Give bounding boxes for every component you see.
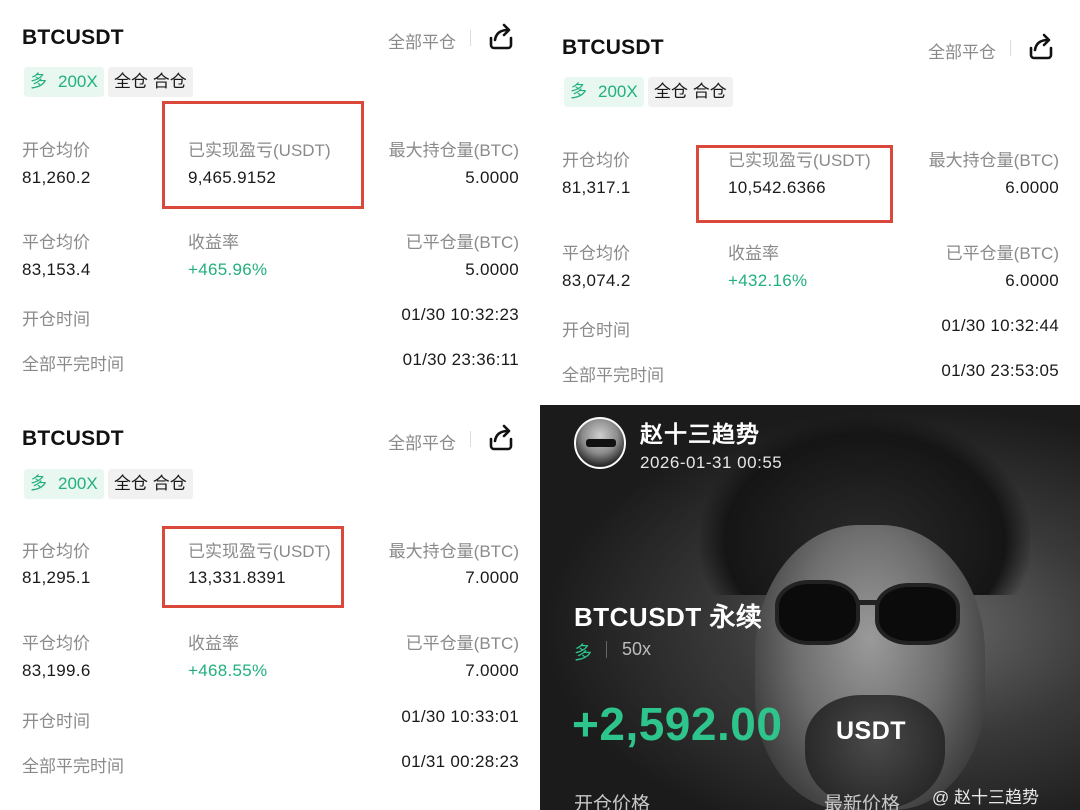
avg-close-label: 平仓均价 (562, 244, 630, 263)
max-position-label: 最大持仓量(BTC) (388, 542, 519, 561)
open-price-label: 开仓价格 (574, 794, 651, 810)
roi-label: 收益率 (728, 244, 779, 263)
avg-close-label: 平仓均价 (22, 634, 90, 653)
highlight-box (162, 526, 344, 608)
avg-open-value: 81,295.1 (22, 568, 91, 587)
card-symbol: BTCUSDT 永续 (574, 602, 763, 632)
avg-close-value: 83,074.2 (562, 271, 631, 290)
post-datetime: 2026-01-31 00:55 (640, 453, 783, 472)
pnl-share-card: 赵十三趋势 2026-01-31 00:55 BTCUSDT 永续 多 50x … (540, 405, 1080, 810)
close-time-label: 全部平完时间 (22, 757, 124, 776)
roi-label: 收益率 (188, 634, 239, 653)
avg-open-value: 81,317.1 (562, 178, 631, 197)
roi-label: 收益率 (188, 233, 239, 252)
share-icon[interactable] (1026, 32, 1056, 62)
closed-amount-label: 已平仓量(BTC) (405, 233, 519, 252)
avg-close-value: 83,153.4 (22, 260, 91, 279)
open-time-label: 开仓时间 (562, 321, 630, 340)
sunglasses-left-icon (775, 580, 860, 645)
direction-badge: 多 (564, 77, 593, 107)
leverage-badge: 200X (52, 67, 104, 97)
avg-open-label: 开仓均价 (22, 542, 90, 561)
close-all-button[interactable]: 全部平仓 (928, 38, 996, 63)
author-name: 赵十三趋势 (640, 421, 760, 447)
closed-amount-label: 已平仓量(BTC) (405, 634, 519, 653)
closed-amount-value: 7.0000 (465, 661, 519, 680)
symbol-title: BTCUSDT (22, 26, 124, 49)
open-time-label: 开仓时间 (22, 712, 90, 731)
trade-panel-3: BTCUSDT 全部平仓 多 200X 全仓 合仓 开仓均价 81,295.1 … (0, 405, 540, 810)
margin-mode-badge: 全仓 合仓 (108, 469, 193, 499)
close-all-button[interactable]: 全部平仓 (388, 429, 456, 454)
avg-open-label: 开仓均价 (562, 151, 630, 170)
card-separator (606, 641, 607, 658)
roi-value: +465.96% (188, 260, 268, 279)
symbol-title: BTCUSDT (562, 36, 664, 59)
watermark: @ 赵十三趋势 (932, 788, 1039, 807)
direction-badge: 多 (24, 469, 53, 499)
divider (470, 431, 471, 447)
roi-value: +468.55% (188, 661, 268, 680)
card-leverage: 50x (622, 639, 652, 659)
avg-close-value: 83,199.6 (22, 661, 91, 680)
avg-open-label: 开仓均价 (22, 141, 90, 160)
trade-panel-1: BTCUSDT 全部平仓 多 200X 全仓 合仓 开仓均价 81,260.2 … (0, 0, 540, 405)
share-icon[interactable] (486, 22, 516, 52)
trade-panel-2: BTCUSDT 全部平仓 多 200X 全仓 合仓 开仓均价 81,317.1 … (540, 0, 1080, 405)
open-time-label: 开仓时间 (22, 310, 90, 329)
avg-open-value: 81,260.2 (22, 168, 91, 187)
avg-close-label: 平仓均价 (22, 233, 90, 252)
share-icon[interactable] (486, 423, 516, 453)
last-price-label: 最新价格 (824, 794, 901, 810)
close-all-button[interactable]: 全部平仓 (388, 28, 456, 53)
highlight-box (696, 145, 893, 223)
close-time-value: 01/31 00:28:23 (401, 752, 519, 771)
pnl-amount: +2,592.00 (572, 698, 783, 750)
closed-amount-value: 6.0000 (1005, 271, 1059, 290)
sunglasses-bridge (858, 600, 878, 605)
close-time-label: 全部平完时间 (562, 366, 664, 385)
leverage-badge: 200X (592, 77, 644, 107)
direction-badge: 多 (24, 67, 53, 97)
margin-mode-badge: 全仓 合仓 (648, 77, 733, 107)
open-time-value: 01/30 10:32:23 (401, 305, 519, 324)
card-direction: 多 (574, 643, 592, 663)
margin-mode-badge: 全仓 合仓 (108, 67, 193, 97)
open-time-value: 01/30 10:32:44 (941, 316, 1059, 335)
sunglasses-right-icon (875, 583, 960, 645)
symbol-title: BTCUSDT (22, 427, 124, 450)
divider (470, 30, 471, 46)
close-time-value: 01/30 23:36:11 (402, 350, 519, 369)
divider (1010, 40, 1011, 56)
highlight-box (162, 101, 364, 209)
leverage-badge: 200X (52, 469, 104, 499)
closed-amount-value: 5.0000 (465, 260, 519, 279)
close-time-label: 全部平完时间 (22, 355, 124, 374)
roi-value: +432.16% (728, 271, 808, 290)
avatar[interactable] (574, 417, 626, 469)
open-time-value: 01/30 10:33:01 (401, 707, 519, 726)
close-time-value: 01/30 23:53:05 (941, 361, 1059, 380)
pnl-unit: USDT (836, 717, 907, 745)
closed-amount-label: 已平仓量(BTC) (945, 244, 1059, 263)
max-position-value: 7.0000 (465, 568, 519, 587)
